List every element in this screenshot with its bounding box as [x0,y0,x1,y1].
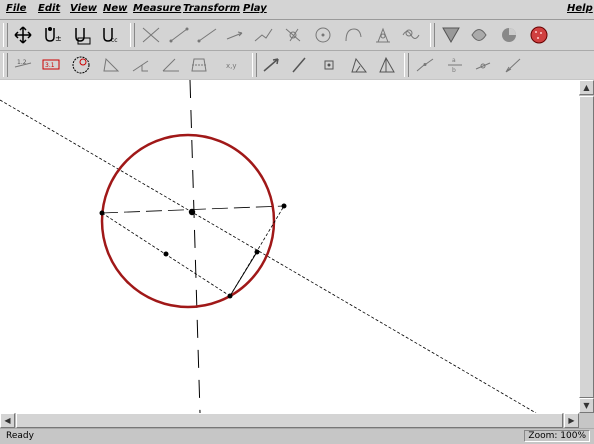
rotate-icon[interactable] [316,53,342,77]
length-icon[interactable]: 3.1 [38,53,64,77]
svg-text:x,y: x,y [226,62,237,70]
midpoint-icon[interactable] [68,23,94,47]
vector-transform-icon[interactable] [500,53,526,77]
reflect-icon[interactable] [286,53,312,77]
scroll-up-icon[interactable]: ▲ [579,80,594,95]
arc-icon[interactable] [340,23,366,47]
color-icon[interactable] [496,23,522,47]
menu-file[interactable]: File [6,3,26,14]
translate-icon[interactable] [258,53,284,77]
vertical-scrollbar[interactable]: ▲ ▼ [579,80,594,413]
intersection-icon[interactable]: cc [96,23,122,47]
point-mid-left[interactable] [163,251,169,257]
svg-text:1.2: 1.2 [17,59,27,66]
main-circle[interactable] [100,133,276,309]
toolbar-measure: 1.2 3.1 x,y ab [0,51,594,79]
toolbar-grip [3,23,8,47]
toolbar-main: ± cc [0,20,594,51]
center-point[interactable] [188,208,196,216]
toolbar-separator [252,53,257,77]
scale-icon[interactable]: ab [442,53,468,77]
scroll-left-icon[interactable]: ◀ [0,413,15,428]
angle-icon[interactable] [158,53,184,77]
menu-help[interactable]: Help [567,3,593,14]
vector-icon[interactable] [222,23,248,47]
horizontal-scroll-thumb[interactable] [16,413,563,428]
line-icon[interactable] [138,23,164,47]
menu-play[interactable]: Play [243,3,267,14]
toolbar-separator [130,23,135,47]
fill-tool-icon[interactable] [438,23,464,47]
zoom-indicator: Zoom: 100% [524,430,590,442]
scroll-right-icon[interactable]: ▶ [564,413,579,428]
toolbar-grip [3,53,8,77]
area-icon[interactable] [98,53,124,77]
menu-view[interactable]: View [70,3,97,14]
svg-text:cc: cc [111,37,118,44]
bisect-icon[interactable] [470,53,496,77]
svg-text:b: b [452,67,456,74]
toolbar-separator [404,53,409,77]
perp-bisector-icon[interactable] [374,53,400,77]
scroll-down-icon[interactable]: ▼ [579,398,594,413]
status-text: Ready [6,431,34,441]
menu-measure[interactable]: Measure [133,3,181,14]
status-bar: Ready Zoom: 100% [0,428,594,444]
segment-bottom-mid[interactable] [229,251,258,297]
move-icon[interactable] [10,23,36,47]
toolbar-separator [430,23,435,47]
circle-icon[interactable] [310,23,336,47]
equation-icon[interactable]: x,y [222,53,248,77]
slope-icon[interactable] [128,53,154,77]
point-left[interactable] [99,210,105,216]
compass-icon[interactable] [370,23,396,47]
vertical-dashed-line[interactable] [189,80,201,413]
point-icon[interactable]: ± [38,23,64,47]
perpendicular-icon[interactable] [280,23,306,47]
point-bottom[interactable] [227,293,233,299]
dilate-icon[interactable] [346,53,372,77]
svg-text:a: a [452,57,456,64]
point-right[interactable] [281,203,287,209]
parallel-icon[interactable] [412,53,438,77]
menu-edit[interactable]: Edit [38,3,60,14]
horizontal-scrollbar[interactable]: ◀ ▶ [0,413,579,428]
segment-icon[interactable] [166,23,192,47]
svg-text:3.1: 3.1 [45,62,55,69]
polygon-icon[interactable] [250,23,276,47]
menu-bar: File Edit View New Measure Transform Pla… [0,0,594,20]
drawing-canvas[interactable] [0,80,579,413]
vertical-scroll-thumb[interactable] [579,96,594,398]
menu-new[interactable]: New [103,3,127,14]
ray-icon[interactable] [194,23,220,47]
menu-transform[interactable]: Transform [183,3,240,14]
long-dashed-line[interactable] [0,99,537,413]
scroll-corner [579,413,594,428]
angle-measure-icon[interactable] [68,53,94,77]
geometry-sketch [0,80,537,413]
svg-text:±: ± [55,34,62,43]
locus-icon[interactable] [398,23,424,47]
color-fill-icon[interactable] [526,23,552,47]
hatch-tool-icon[interactable] [466,23,492,47]
distance-icon[interactable]: 1.2 [10,53,36,77]
coordinates-icon[interactable] [186,53,212,77]
point-mid-right[interactable] [254,249,260,255]
